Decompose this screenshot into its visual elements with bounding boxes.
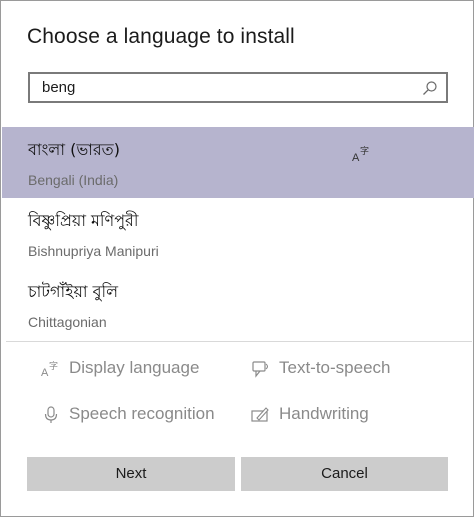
display-language-icon: A 字: [41, 360, 58, 378]
language-item-bengali-india[interactable]: বাংলা (ভারত) Bengali (India) A 字: [2, 127, 474, 198]
language-native-name: বিষ্ণুপ্রিয়া মণিপুরী: [28, 211, 139, 230]
handwriting-icon: [251, 407, 269, 422]
language-item-chittagonian[interactable]: চাটগাঁইয়া বুলি Chittagonian: [2, 269, 474, 340]
cancel-button[interactable]: Cancel: [241, 457, 448, 491]
dialog-title: Choose a language to install: [27, 25, 295, 48]
next-button[interactable]: Next: [27, 457, 235, 491]
text-to-speech-icon: [252, 361, 269, 378]
divider: [6, 341, 472, 342]
language-english-name: Bishnupriya Manipuri: [28, 243, 159, 259]
language-native-name: বাংলা (ভারত): [28, 140, 120, 159]
language-native-name: চাটগাঁইয়া বুলি: [28, 282, 118, 301]
legend-label: Handwriting: [279, 404, 369, 423]
legend-label: Speech recognition: [69, 404, 215, 423]
search-icon[interactable]: [422, 80, 438, 96]
svg-text:字: 字: [49, 360, 58, 372]
search-input[interactable]: beng: [28, 72, 448, 103]
legend-label: Text-to-speech: [279, 358, 391, 377]
language-english-name: Bengali (India): [28, 172, 119, 188]
display-language-icon: A 字: [352, 145, 369, 163]
svg-text:A: A: [41, 367, 49, 378]
language-english-name: Chittagonian: [28, 314, 107, 330]
language-list: বাংলা (ভারত) Bengali (India) A 字 বিষ্ণুপ…: [2, 127, 474, 340]
legend-label: Display language: [69, 358, 200, 377]
dialog: Choose a language to install beng বাংলা …: [0, 0, 474, 517]
svg-text:A: A: [352, 152, 360, 163]
search-value: beng: [42, 79, 76, 96]
language-item-bishnupriya-manipuri[interactable]: বিষ্ণুপ্রিয়া মণিপুরী Bishnupriya Manipu…: [2, 198, 474, 269]
microphone-icon: [44, 406, 58, 423]
svg-text:字: 字: [360, 145, 369, 157]
